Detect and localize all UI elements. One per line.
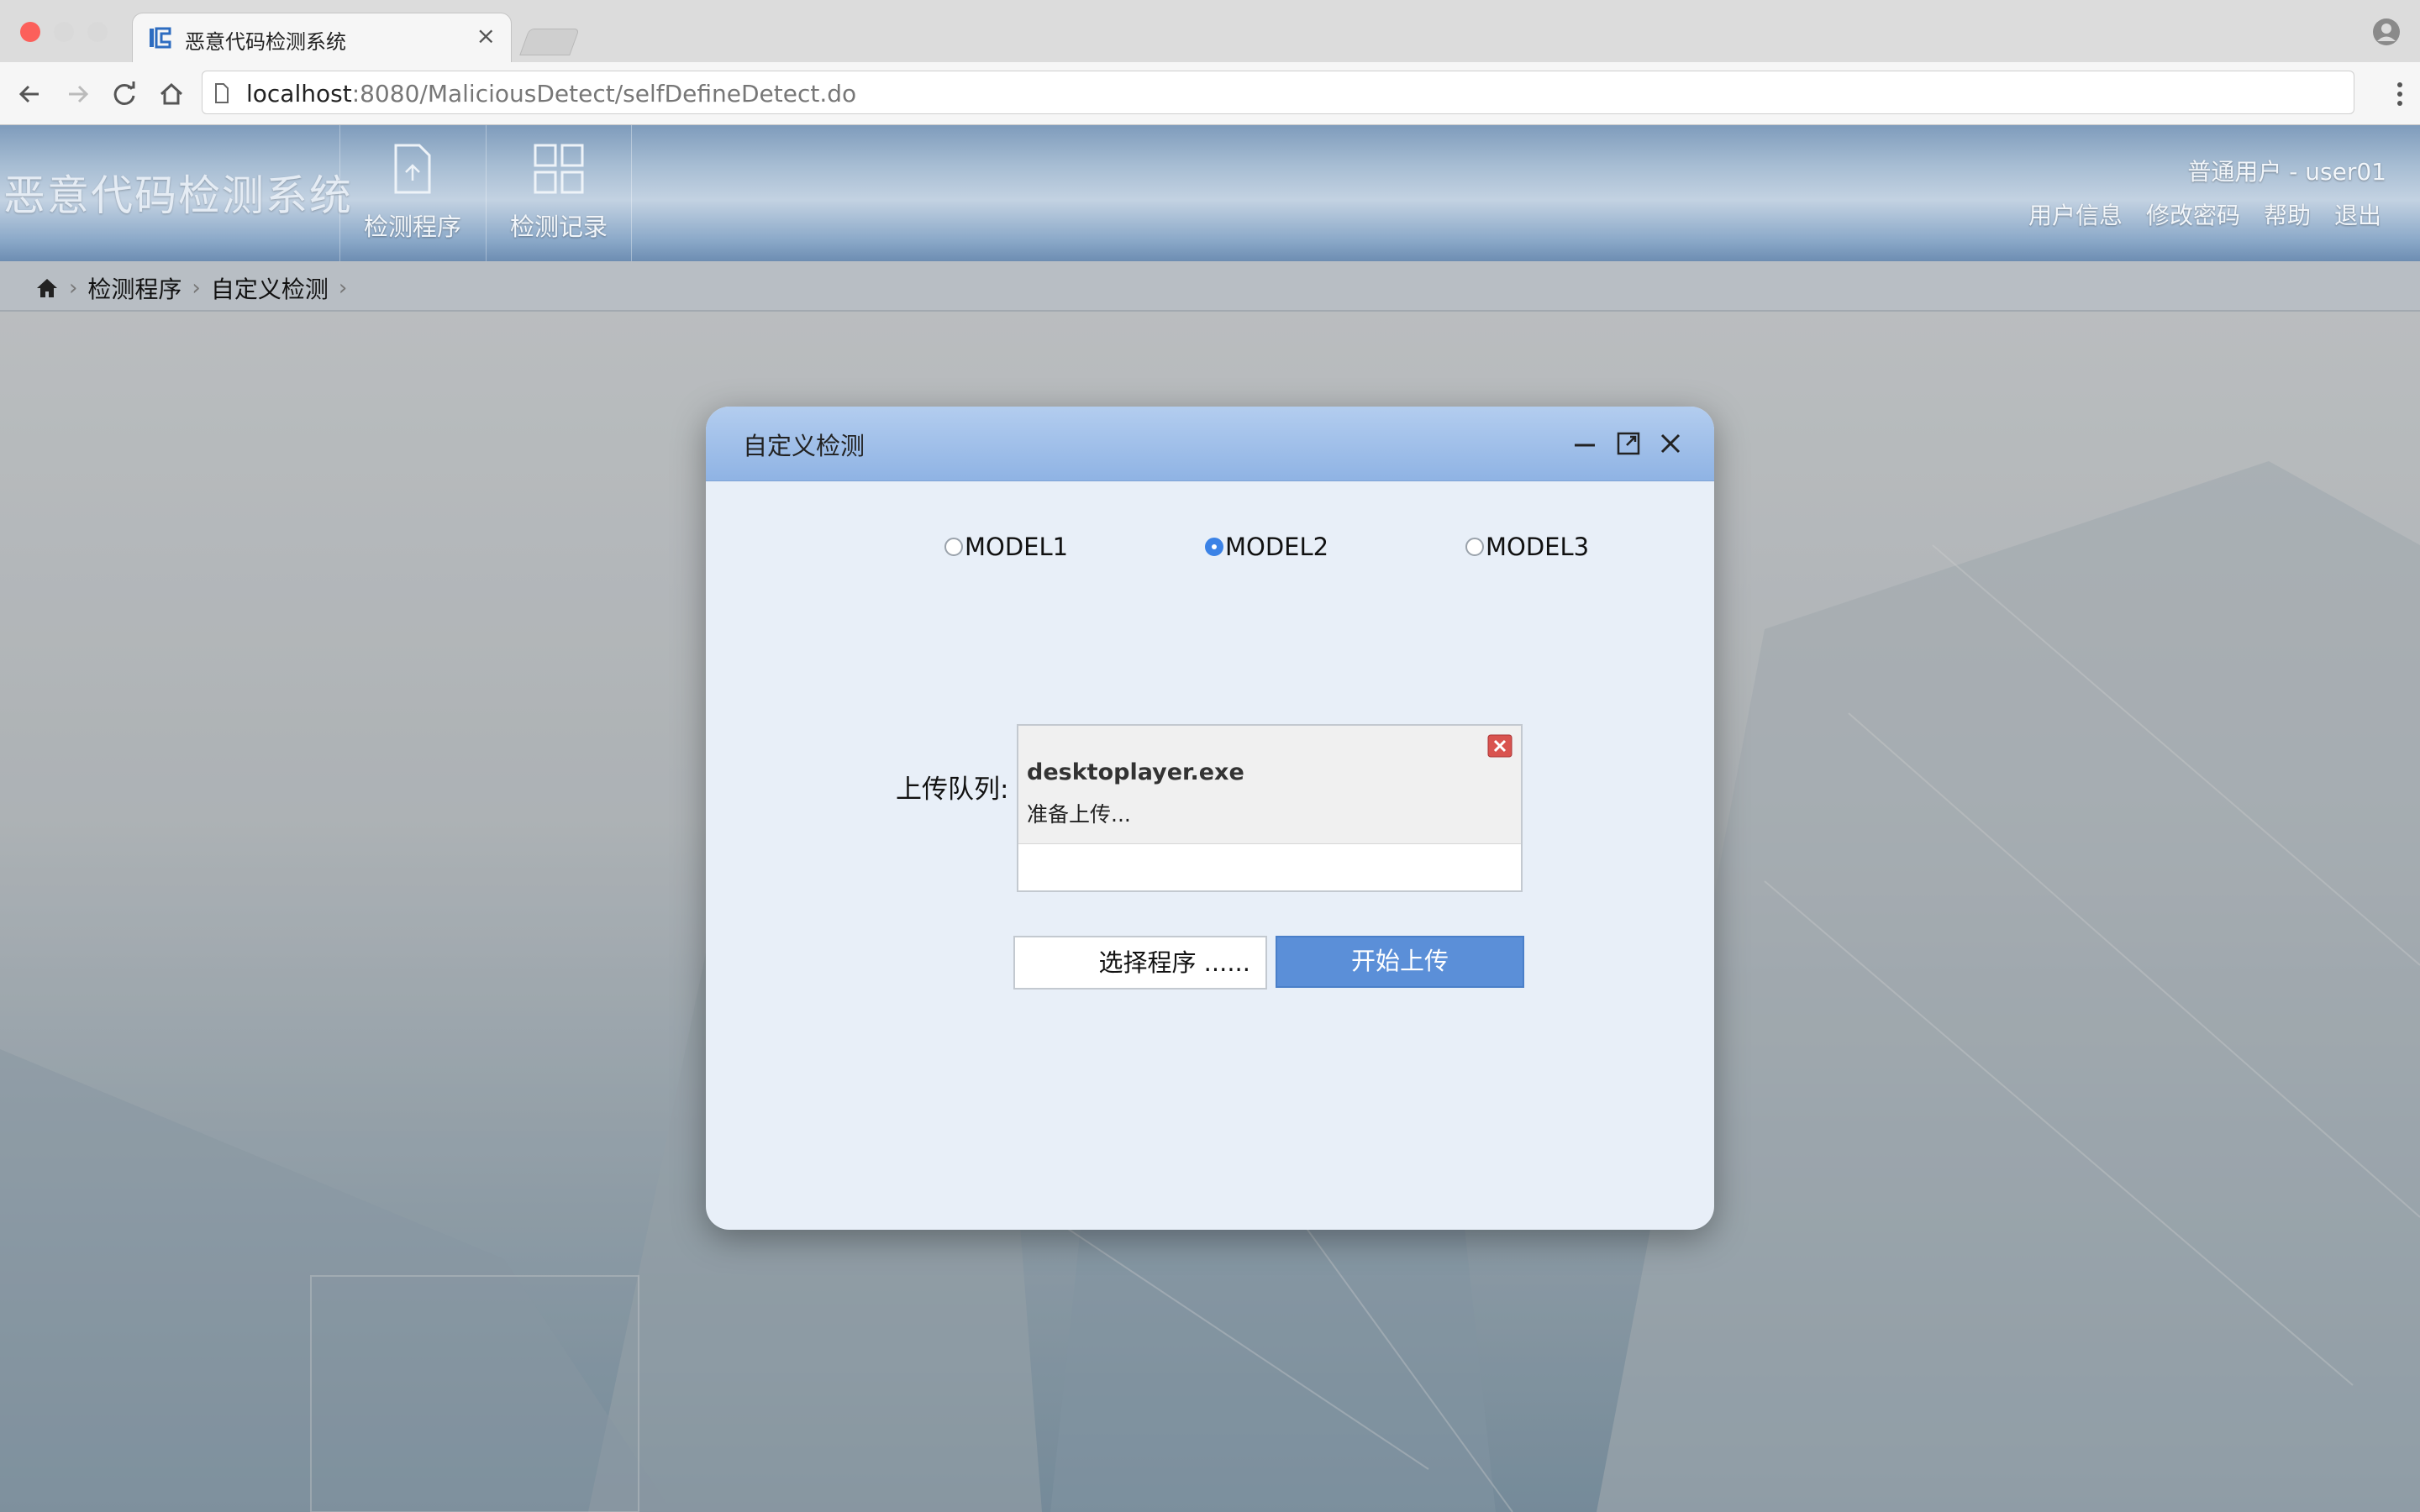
window-zoom-button[interactable] (87, 22, 108, 42)
tab-close-icon[interactable]: × (476, 22, 496, 50)
window-minimize-button[interactable] (54, 22, 74, 42)
home-icon[interactable] (35, 277, 59, 299)
url-path: :8080/MaliciousDetect/selfDefineDetect.d… (351, 80, 857, 108)
link-logout[interactable]: 退出 (2334, 197, 2381, 231)
app-favicon-icon (150, 27, 171, 49)
address-bar[interactable]: localhost:8080/MaliciousDetect/selfDefin… (202, 71, 2354, 114)
breadcrumb-separator: › (69, 276, 78, 301)
link-user-info[interactable]: 用户信息 (2028, 197, 2123, 231)
browser-toolbar: localhost:8080/MaliciousDetect/selfDefin… (0, 62, 2420, 125)
upload-queue: desktoplayer.exe 准备上传... (1017, 724, 1523, 892)
profile-icon[interactable] (2371, 17, 2402, 47)
cancel-upload-icon[interactable] (1487, 734, 1512, 758)
breadcrumb-item-custom-detect[interactable]: 自定义检测 (211, 271, 329, 305)
grid-icon (534, 144, 584, 194)
reload-icon[interactable] (108, 77, 141, 111)
page-icon (215, 83, 229, 103)
nav-detect-program-label: 检测程序 (363, 213, 461, 241)
breadcrumb-item-detect-program[interactable]: 检测程序 (87, 271, 182, 305)
page-content: 恶意代码检测系统 检测程序 检测记录 普通用户 - user01 用户信息 修改… (0, 125, 2420, 1512)
queue-item: desktoplayer.exe 准备上传... (1018, 726, 1521, 844)
url-host: localhost (246, 80, 352, 108)
close-icon[interactable] (1654, 427, 1687, 460)
app-header: 恶意代码检测系统 检测程序 检测记录 普通用户 - user01 用户信息 修改… (0, 125, 2420, 261)
new-tab-button[interactable] (519, 29, 580, 55)
model2-label: MODEL2 (1225, 533, 1329, 561)
upload-queue-label: 上传队列: (896, 774, 1009, 805)
document-icon (394, 144, 431, 194)
nav-detect-program[interactable]: 检测程序 (339, 125, 485, 261)
browser-tab[interactable]: 恶意代码检测系统 × (133, 13, 511, 62)
link-change-password[interactable]: 修改密码 (2146, 197, 2240, 231)
breadcrumb-separator: › (192, 276, 201, 301)
breadcrumb-separator: › (338, 276, 348, 301)
browser-menu-icon[interactable] (2395, 77, 2405, 111)
dialog-title: 自定义检测 (743, 432, 865, 460)
model3-label: MODEL3 (1486, 533, 1590, 561)
queue-file-status: 准备上传... (1027, 802, 1131, 827)
model1-label: MODEL1 (965, 533, 1069, 561)
start-upload-button[interactable]: 开始上传 (1276, 936, 1524, 988)
model2-option[interactable]: MODEL2 (1205, 533, 1328, 561)
breadcrumb-bar: › 检测程序 › 自定义检测 › (0, 261, 2420, 312)
model2-radio[interactable] (1205, 538, 1223, 556)
breadcrumb: › 检测程序 › 自定义检测 › (35, 271, 347, 305)
custom-detect-dialog: 自定义检测 MODEL1 MODEL2 MODEL3 上传队列: desktop… (706, 407, 1714, 1230)
browser-tabbar: 恶意代码检测系统 × (0, 0, 2420, 62)
select-program-button[interactable]: 选择程序 ...... (1013, 936, 1267, 990)
model3-option[interactable]: MODEL3 (1465, 533, 1589, 561)
queue-file-name: desktoplayer.exe (1027, 759, 1244, 785)
tab-title: 恶意代码检测系统 (185, 30, 346, 54)
model1-radio[interactable] (944, 538, 963, 556)
maximize-icon[interactable] (1612, 427, 1645, 460)
home-icon[interactable] (155, 77, 188, 111)
user-links: 用户信息 修改密码 帮助 退出 (2028, 197, 2381, 231)
model1-option[interactable]: MODEL1 (944, 533, 1068, 561)
nav-detect-records-label: 检测记录 (509, 213, 608, 241)
app-title: 恶意代码检测系统 (3, 171, 353, 220)
window-close-button[interactable] (20, 22, 40, 42)
user-role-label: 普通用户 - user01 (2187, 158, 2386, 186)
link-help[interactable]: 帮助 (2264, 197, 2311, 231)
back-arrow-icon[interactable] (13, 77, 47, 111)
forward-arrow-icon[interactable] (60, 77, 94, 111)
minimize-icon[interactable] (1568, 427, 1602, 460)
model3-radio[interactable] (1465, 538, 1484, 556)
dialog-header[interactable]: 自定义检测 (706, 407, 1714, 481)
url-text: localhost:8080/MaliciousDetect/selfDefin… (246, 80, 856, 108)
nav-detect-records[interactable]: 检测记录 (486, 125, 632, 261)
